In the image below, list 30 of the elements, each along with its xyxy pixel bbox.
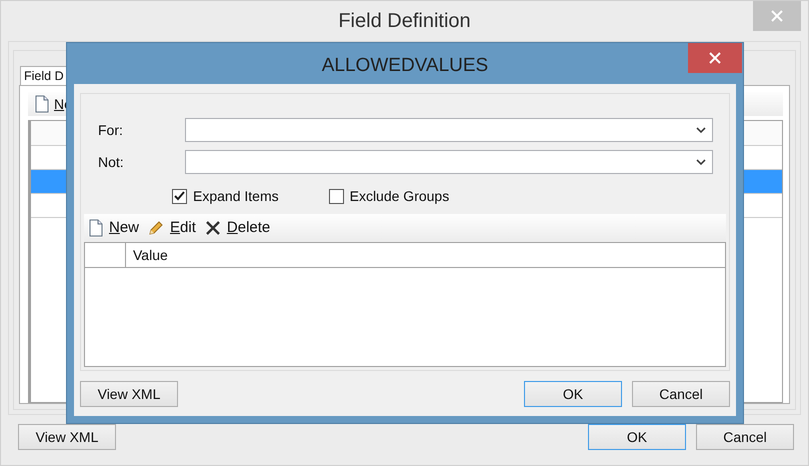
dialog-button[interactable]: View XML	[80, 381, 178, 407]
toolbar-button[interactable]: Edit	[145, 219, 199, 236]
chevron-down-icon	[696, 126, 706, 134]
checkbox-label: Exclude Groups	[350, 188, 450, 204]
chevron-down-icon	[696, 158, 706, 166]
dropdown-field[interactable]	[185, 118, 713, 142]
dialog-button[interactable]: Cancel	[632, 381, 730, 407]
checkbox[interactable]	[328, 188, 344, 204]
pencil-icon	[148, 220, 164, 236]
dialog-button[interactable]: View XML	[18, 424, 116, 450]
document-icon	[35, 95, 49, 113]
dialog-title: ALLOWEDVALUES	[322, 55, 488, 78]
window-title: Field Definition	[338, 10, 471, 33]
field-label: For:	[97, 122, 124, 138]
dialog-button[interactable]: Cancel	[696, 424, 794, 450]
close-button[interactable]	[688, 43, 742, 73]
field-label: Not:	[97, 154, 125, 170]
document-icon	[89, 218, 103, 236]
toolbar-button[interactable]: Delete	[202, 219, 274, 236]
dropdown-field[interactable]	[185, 150, 713, 174]
column-header[interactable]: Value	[126, 243, 168, 267]
close-icon	[770, 9, 784, 23]
toolbar-button[interactable]: New	[86, 218, 142, 236]
close-icon	[708, 51, 722, 65]
delete-icon	[204, 220, 221, 236]
dialog-button[interactable]: OK	[524, 381, 622, 407]
checkbox[interactable]	[172, 188, 187, 204]
dialog-button[interactable]: OK	[588, 424, 686, 450]
tab[interactable]: Field D	[20, 66, 68, 85]
checkbox-label: Expand Items	[193, 188, 279, 204]
